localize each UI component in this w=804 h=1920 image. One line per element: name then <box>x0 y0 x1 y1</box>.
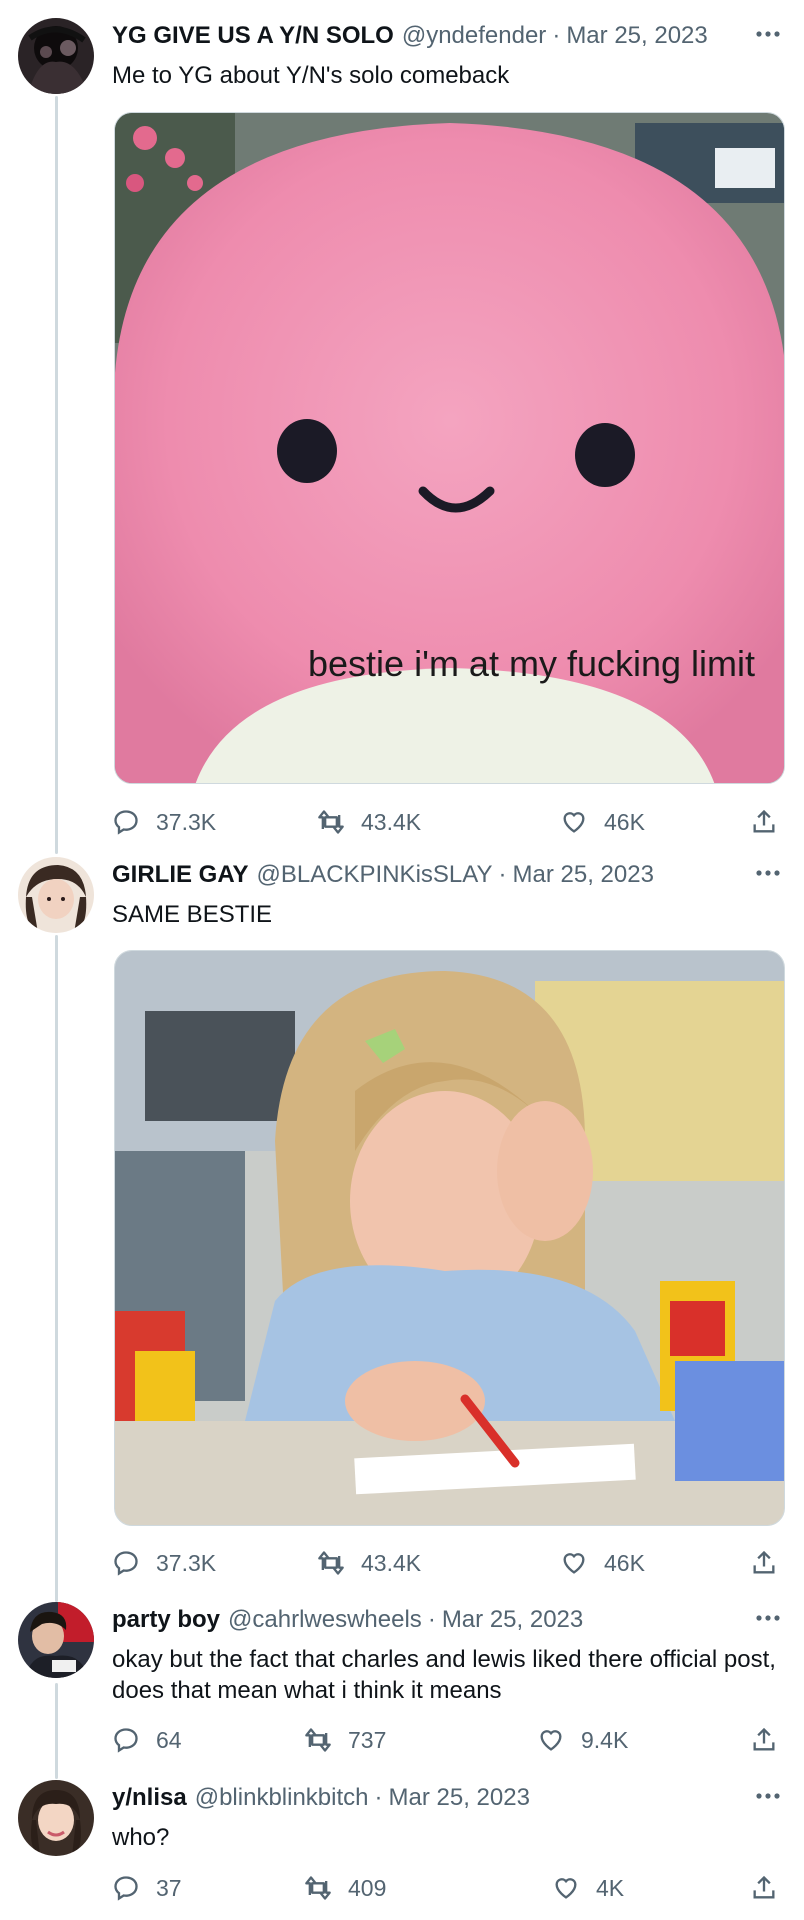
share-button[interactable] <box>750 1868 778 1908</box>
retweet-button[interactable]: 43.4K <box>317 802 421 842</box>
display-name[interactable]: GIRLIE GAY <box>112 861 248 889</box>
username[interactable]: @cahrlweswheels <box>228 1606 422 1634</box>
like-button[interactable]: 4K <box>552 1868 624 1908</box>
share-upload-icon <box>753 809 775 833</box>
reply-button[interactable]: 37.3K <box>112 802 216 842</box>
meme-caption: bestie i'm at my fucking limit <box>308 643 755 684</box>
reply-count: 37.3K <box>156 808 217 835</box>
share-upload-icon <box>753 1727 775 1751</box>
username[interactable]: @BLACKPINKisSLAY <box>256 861 492 889</box>
reply-count: 37 <box>156 1874 182 1901</box>
tweet-text: Me to YG about Y/N's solo comeback <box>112 62 510 89</box>
tweet-header: party boy @cahrlweswheels · Mar 25, 2023 <box>112 1602 764 1638</box>
share-upload-icon <box>753 1875 775 1899</box>
tweet[interactable]: YG GIVE US A Y/N SOLO @yndefender · Mar … <box>0 18 804 848</box>
tweet-header: y/nlisa @blinkblinkbitch · Mar 25, 2023 <box>112 1780 764 1816</box>
reply-bubble-icon <box>114 1551 138 1576</box>
tweet-text: who? <box>112 1824 170 1851</box>
avatar[interactable] <box>18 1602 94 1678</box>
separator-dot: · <box>374 1784 383 1811</box>
tweet-actions: 37.3K 43.4K 46K <box>112 802 792 842</box>
retweet-arrows-icon <box>318 1551 344 1575</box>
retweet-count: 43.4K <box>361 808 422 835</box>
tweet-actions: 37 409 4K <box>112 1868 792 1908</box>
like-count: 4K <box>596 1874 625 1901</box>
like-button[interactable]: 46K <box>560 802 645 842</box>
avatar[interactable] <box>18 18 94 94</box>
tweet-text: okay but the fact that charles and lewis… <box>112 1646 776 1704</box>
retweet-arrows-icon <box>305 1728 331 1752</box>
like-count: 9.4K <box>581 1726 629 1753</box>
heart-icon <box>555 1878 577 1899</box>
reply-button[interactable]: 37 <box>112 1868 182 1908</box>
heart-icon <box>563 1553 585 1574</box>
timestamp[interactable]: Mar 25, 2023 <box>389 1784 530 1812</box>
share-button[interactable] <box>750 1720 778 1760</box>
retweet-button[interactable]: 737 <box>304 1720 386 1760</box>
share-button[interactable] <box>750 1543 778 1583</box>
more-dots-icon[interactable] <box>750 20 786 48</box>
share-upload-icon <box>753 1550 775 1574</box>
retweet-arrows-icon <box>305 1876 331 1900</box>
retweet-count: 43.4K <box>361 1549 422 1576</box>
separator-dot: · <box>427 1606 436 1633</box>
heart-icon <box>563 812 585 833</box>
retweet-count: 409 <box>348 1874 387 1901</box>
tweet-text: SAME BESTIE <box>112 901 273 928</box>
display-name[interactable]: y/nlisa <box>112 1784 187 1812</box>
avatar[interactable] <box>18 1780 94 1856</box>
display-name[interactable]: YG GIVE US A Y/N SOLO <box>112 22 394 50</box>
tweet-image[interactable]: bestie i'm at my fucking limit <box>114 112 785 784</box>
timestamp[interactable]: Mar 25, 2023 <box>566 22 707 50</box>
reply-count: 37.3K <box>156 1549 217 1576</box>
more-dots-icon[interactable] <box>750 1604 786 1632</box>
tweet[interactable]: GIRLIE GAY @BLACKPINKisSLAY · Mar 25, 20… <box>0 857 804 1597</box>
tweet-header: YG GIVE US A Y/N SOLO @yndefender · Mar … <box>112 18 764 54</box>
avatar[interactable] <box>18 857 94 933</box>
retweet-button[interactable]: 409 <box>304 1868 386 1908</box>
share-button[interactable] <box>750 802 778 842</box>
like-count: 46K <box>604 1549 645 1576</box>
tweet-actions: 64 737 9.4K <box>112 1720 792 1760</box>
timestamp[interactable]: Mar 25, 2023 <box>442 1606 583 1634</box>
separator-dot: · <box>498 861 507 888</box>
retweet-count: 737 <box>348 1726 387 1753</box>
reply-bubble-icon <box>114 810 138 835</box>
retweet-button[interactable]: 43.4K <box>317 1543 421 1583</box>
more-dots-icon[interactable] <box>750 859 786 887</box>
like-button[interactable]: 46K <box>560 1543 645 1583</box>
tweet-header: GIRLIE GAY @BLACKPINKisSLAY · Mar 25, 20… <box>112 857 764 893</box>
display-name[interactable]: party boy <box>112 1606 220 1634</box>
separator-dot: · <box>552 22 561 49</box>
tweet-actions: 37.3K 43.4K 46K <box>112 1543 792 1583</box>
like-count: 46K <box>604 808 645 835</box>
reply-bubble-icon <box>114 1876 138 1901</box>
username[interactable]: @yndefender <box>402 22 546 50</box>
reply-count: 64 <box>156 1726 182 1753</box>
like-button[interactable]: 9.4K <box>537 1720 628 1760</box>
tweet[interactable]: party boy @cahrlweswheels · Mar 25, 2023… <box>0 1602 804 1772</box>
timestamp[interactable]: Mar 25, 2023 <box>513 861 654 889</box>
tweet-image[interactable] <box>114 950 785 1526</box>
heart-icon <box>540 1730 562 1751</box>
more-dots-icon[interactable] <box>750 1782 786 1810</box>
retweet-arrows-icon <box>318 810 344 834</box>
tweet[interactable]: y/nlisa @blinkblinkbitch · Mar 25, 2023 … <box>0 1780 804 1920</box>
reply-bubble-icon <box>114 1728 138 1753</box>
reply-button[interactable]: 64 <box>112 1720 182 1760</box>
username[interactable]: @blinkblinkbitch <box>195 1784 369 1812</box>
reply-button[interactable]: 37.3K <box>112 1543 216 1583</box>
